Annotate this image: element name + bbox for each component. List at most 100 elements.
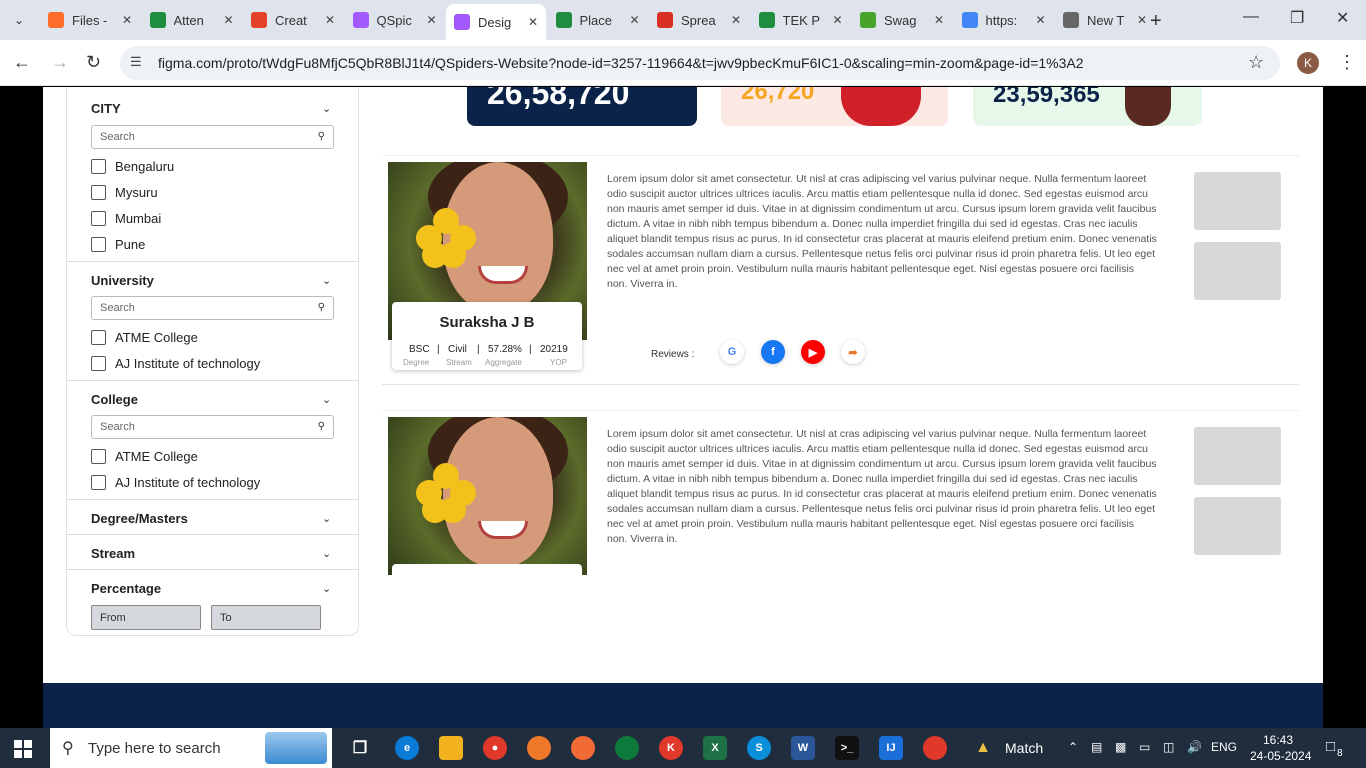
new-tab-button[interactable]: + bbox=[1150, 10, 1162, 33]
excel-icon[interactable]: X bbox=[703, 736, 727, 760]
checkbox-option[interactable]: Bengaluru bbox=[91, 159, 174, 174]
browser-tab[interactable]: https: ✕ bbox=[954, 4, 1054, 36]
chrome-profile-icon[interactable]: K bbox=[659, 736, 683, 760]
chevron-down-icon[interactable]: ⌄ bbox=[322, 102, 331, 115]
tab-search-dropdown-icon[interactable]: ⌄ bbox=[8, 10, 30, 30]
checkbox-option[interactable]: Pune bbox=[91, 237, 145, 252]
student-card: Lorem ipsum dolor sit amet consectetur. … bbox=[382, 410, 1299, 575]
college-search-input[interactable]: Search ⚲ bbox=[91, 415, 334, 439]
browser-tab[interactable]: New T ✕ bbox=[1055, 4, 1155, 36]
chevron-down-icon[interactable]: ⌄ bbox=[322, 547, 331, 560]
checkbox[interactable] bbox=[91, 211, 106, 226]
tab-title: Atten bbox=[173, 12, 204, 28]
checkbox-option[interactable]: ATME College bbox=[91, 449, 198, 464]
browser-tab[interactable]: Desig ✕ bbox=[446, 4, 546, 40]
postman-icon[interactable] bbox=[571, 736, 595, 760]
checkbox[interactable] bbox=[91, 330, 106, 345]
google-icon[interactable]: G bbox=[720, 340, 744, 364]
checkbox[interactable] bbox=[91, 475, 106, 490]
skype-icon[interactable]: S bbox=[747, 736, 771, 760]
forward-icon[interactable]: → bbox=[51, 52, 69, 73]
share-icon[interactable]: ➦ bbox=[841, 340, 865, 364]
clock-time[interactable]: 16:43 bbox=[1263, 733, 1293, 747]
close-tab-icon[interactable]: ✕ bbox=[325, 13, 335, 27]
browser-tab[interactable]: Swag ✕ bbox=[852, 4, 952, 36]
chevron-down-icon[interactable]: ⌄ bbox=[322, 512, 331, 525]
tray-display-icon[interactable]: ▩ bbox=[1115, 740, 1126, 754]
tray-camera-icon[interactable]: ▤ bbox=[1091, 740, 1102, 754]
browser-tab[interactable]: Sprea ✕ bbox=[649, 4, 749, 36]
checkbox-option[interactable]: AJ Institute of technology bbox=[91, 356, 260, 371]
checkbox-option[interactable]: Mysuru bbox=[91, 185, 158, 200]
language-indicator[interactable]: ENG bbox=[1211, 740, 1237, 754]
browser-tab[interactable]: Creat ✕ bbox=[243, 4, 343, 36]
checkbox[interactable] bbox=[91, 185, 106, 200]
close-tab-icon[interactable]: ✕ bbox=[629, 13, 639, 27]
clock-date[interactable]: 24-05-2024 bbox=[1250, 749, 1311, 763]
bookmark-star-icon[interactable]: ☆ bbox=[1248, 52, 1264, 73]
notification-icon[interactable]: □ bbox=[1326, 738, 1335, 755]
close-tab-icon[interactable]: ✕ bbox=[1137, 13, 1147, 27]
browser-tab[interactable]: QSpic ✕ bbox=[345, 4, 445, 36]
browser-tab[interactable]: Place ✕ bbox=[548, 4, 648, 36]
reload-icon[interactable]: ↻ bbox=[86, 52, 101, 73]
word-icon[interactable]: W bbox=[791, 736, 815, 760]
filter-section-degree[interactable]: Degree/Masters ⌄ bbox=[67, 500, 358, 535]
intellij-icon[interactable]: IJ bbox=[879, 736, 903, 760]
browser-tab[interactable]: Atten ✕ bbox=[142, 4, 242, 36]
facebook-icon[interactable]: f bbox=[761, 340, 785, 364]
close-tab-icon[interactable]: ✕ bbox=[934, 13, 944, 27]
city-search-input[interactable]: Search ⚲ bbox=[91, 125, 334, 149]
checkbox[interactable] bbox=[91, 356, 106, 371]
close-tab-icon[interactable]: ✕ bbox=[832, 13, 842, 27]
close-window-icon[interactable]: ✕ bbox=[1336, 8, 1349, 28]
university-search-input[interactable]: Search ⚲ bbox=[91, 296, 334, 320]
checkbox-option[interactable]: AJ Institute of technology bbox=[91, 475, 260, 490]
checkbox[interactable] bbox=[91, 159, 106, 174]
close-tab-icon[interactable]: ✕ bbox=[223, 13, 233, 27]
terminal-icon[interactable]: >_ bbox=[835, 736, 859, 760]
minimize-icon[interactable]: — bbox=[1243, 8, 1259, 26]
back-icon[interactable]: ← bbox=[13, 52, 31, 73]
close-tab-icon[interactable]: ✕ bbox=[122, 13, 132, 27]
windows-start-icon[interactable] bbox=[14, 740, 32, 758]
filter-section-stream[interactable]: Stream ⌄ bbox=[67, 535, 358, 570]
percentage-to-input[interactable]: To bbox=[211, 605, 321, 630]
close-tab-icon[interactable]: ✕ bbox=[1035, 13, 1045, 27]
match-label[interactable]: Match bbox=[1005, 740, 1043, 756]
checkbox[interactable] bbox=[91, 237, 106, 252]
chevron-down-icon[interactable]: ⌄ bbox=[322, 582, 331, 595]
search-placeholder: Search bbox=[100, 421, 135, 433]
site-settings-icon[interactable]: ☰ bbox=[130, 54, 142, 70]
firefox-icon[interactable] bbox=[527, 736, 551, 760]
taskbar-search-input[interactable]: ⚲ Type here to search bbox=[50, 728, 332, 768]
url-field[interactable]: figma.com/proto/tWdgFu8MfjC5QbR8BlJ1t4/Q… bbox=[120, 46, 1280, 80]
volume-icon[interactable]: 🔊 bbox=[1187, 740, 1202, 754]
close-tab-icon[interactable]: ✕ bbox=[426, 13, 436, 27]
close-tab-icon[interactable]: ✕ bbox=[731, 13, 741, 27]
chevron-down-icon[interactable]: ⌄ bbox=[322, 393, 331, 406]
youtube-icon[interactable]: ▶ bbox=[801, 340, 825, 364]
task-view-icon[interactable]: ❐ bbox=[348, 736, 372, 760]
chrome-icon[interactable] bbox=[923, 736, 947, 760]
edge-icon[interactable]: e bbox=[395, 736, 419, 760]
file-explorer-icon[interactable] bbox=[439, 736, 463, 760]
tray-chevron-icon[interactable]: ⌃ bbox=[1068, 740, 1078, 754]
match-icon[interactable]: ▲ bbox=[971, 736, 995, 760]
mongodb-icon[interactable] bbox=[615, 736, 639, 760]
chrome-icon[interactable]: ● bbox=[483, 736, 507, 760]
browser-tab[interactable]: TEK P ✕ bbox=[751, 4, 851, 36]
percentage-from-input[interactable]: From bbox=[91, 605, 201, 630]
network-icon[interactable]: ◫ bbox=[1163, 740, 1174, 754]
browser-tab[interactable]: Files - ✕ bbox=[40, 4, 140, 36]
menu-kebab-icon[interactable]: ⋮ bbox=[1338, 52, 1356, 73]
profile-avatar[interactable]: K bbox=[1297, 52, 1319, 74]
checkbox-option[interactable]: Mumbai bbox=[91, 211, 161, 226]
chevron-down-icon[interactable]: ⌄ bbox=[322, 274, 331, 287]
restore-icon[interactable]: ❐ bbox=[1290, 8, 1304, 28]
notification-count: 8 bbox=[1337, 748, 1343, 759]
battery-icon[interactable]: ▭ bbox=[1139, 740, 1150, 754]
checkbox[interactable] bbox=[91, 449, 106, 464]
checkbox-option[interactable]: ATME College bbox=[91, 330, 198, 345]
close-tab-icon[interactable]: ✕ bbox=[528, 15, 538, 29]
